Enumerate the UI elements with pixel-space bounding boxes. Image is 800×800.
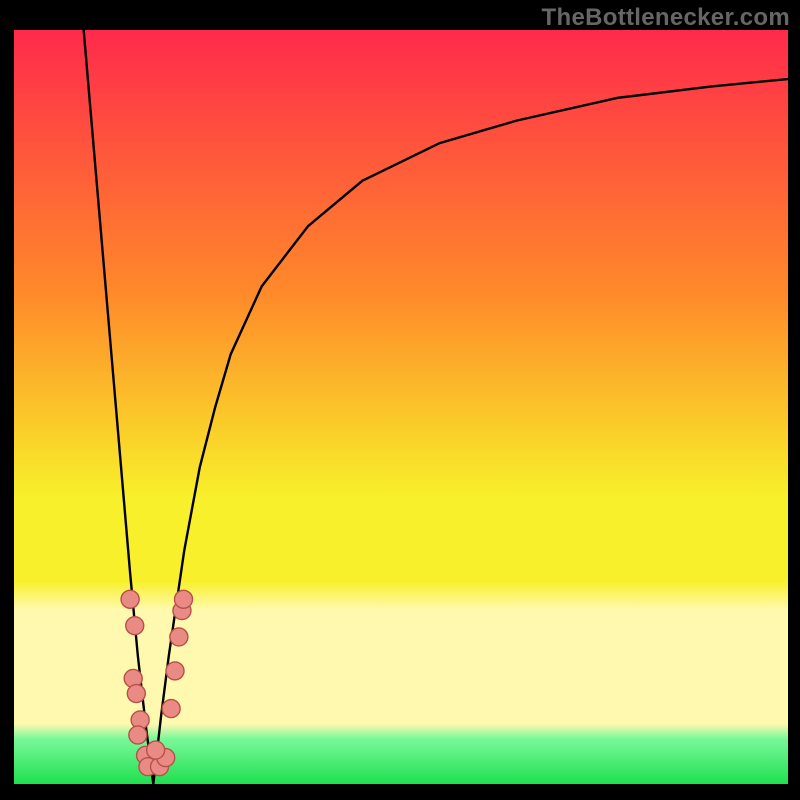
- bottleneck-chart: [14, 30, 788, 784]
- data-point: [175, 590, 193, 608]
- chart-frame: TheBottlenecker.com: [0, 0, 800, 800]
- data-point: [147, 741, 165, 759]
- data-point: [162, 700, 180, 718]
- data-point: [129, 726, 147, 744]
- data-point: [166, 662, 184, 680]
- watermark-text: TheBottlenecker.com: [542, 4, 790, 32]
- data-point: [127, 685, 145, 703]
- data-point: [126, 617, 144, 635]
- data-point: [170, 628, 188, 646]
- data-point: [121, 590, 139, 608]
